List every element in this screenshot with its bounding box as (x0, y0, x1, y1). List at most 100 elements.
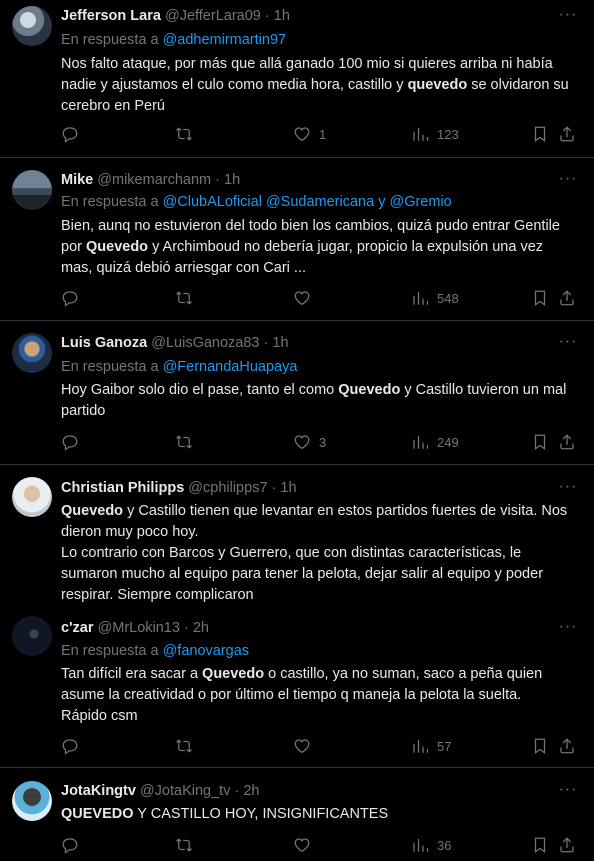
more-dots-icon[interactable]: ··· (558, 479, 578, 500)
reply-mention[interactable]: @fanovargas (163, 643, 249, 659)
timestamp[interactable]: 1h (224, 172, 240, 188)
timestamp[interactable]: 2h (243, 783, 259, 799)
avatar[interactable] (12, 477, 52, 517)
author-name[interactable]: Mike (61, 172, 93, 188)
bookmark-button[interactable] (531, 736, 549, 756)
tweet-text: Quevedo y Castillo tienen que levantar e… (61, 501, 571, 606)
avatar[interactable] (12, 781, 52, 821)
views-chart-icon (413, 128, 429, 141)
reply-icon (62, 435, 78, 451)
more-dots-icon[interactable]: ··· (558, 171, 578, 192)
more-dots-icon[interactable]: ··· (558, 782, 578, 803)
share-icon (560, 434, 574, 450)
share-button[interactable] (558, 432, 576, 452)
bookmark-button[interactable] (531, 835, 549, 855)
reply-prefix: En respuesta a (61, 32, 159, 48)
reply-button[interactable] (61, 124, 79, 144)
author-name[interactable]: Jefferson Lara (61, 8, 161, 24)
tweet[interactable]: Jefferson Lara @JefferLara09 · 1h ··· En… (0, 0, 594, 158)
timestamp[interactable]: 1h (274, 8, 290, 24)
reply-prefix: En respuesta a (61, 643, 159, 659)
tweet-text-part: Tan difícil era sacar a (61, 666, 203, 682)
views-button[interactable]: 36 (411, 835, 451, 855)
like-button[interactable]: 3 (293, 432, 326, 452)
bookmark-button[interactable] (531, 124, 549, 144)
reply-mention[interactable]: @ClubALoficial @Sudamericana y @Gremio (163, 194, 452, 210)
more-dots-icon[interactable]: ··· (558, 7, 578, 28)
tweet[interactable]: Christian Philipps @cphilipps7 · 1h ··· … (0, 466, 594, 606)
author-handle[interactable]: @mikemarchanm (97, 172, 211, 188)
avatar[interactable] (12, 333, 52, 373)
tweet-text-highlight: Quevedo (202, 666, 265, 682)
reply-mention[interactable]: @FernandaHuapaya (163, 359, 298, 375)
tweet[interactable]: c'zar @MrLokin13 · 2h ··· En respuesta a… (0, 606, 594, 768)
reply-button[interactable] (61, 288, 79, 308)
share-button[interactable] (558, 736, 576, 756)
tweet-text-part: Y CASTILLO HOY, INSIGNIFICANTES (133, 806, 389, 822)
tweet[interactable]: Mike @mikemarchanm · 1h ··· En respuesta… (0, 159, 594, 321)
tweet-text-highlight: Quevedo (338, 382, 401, 398)
views-chart-icon (413, 740, 429, 753)
retweet-button[interactable] (175, 124, 193, 144)
author-name[interactable]: Christian Philipps (61, 480, 184, 496)
heart-icon (294, 739, 310, 754)
tweet-text-part: Lo contrario con Barcos y Guerrero, que … (61, 545, 544, 603)
view-count: 249 (437, 434, 459, 450)
views-button[interactable]: 249 (411, 432, 459, 452)
bookmark-button[interactable] (531, 432, 549, 452)
more-dots-icon[interactable]: ··· (558, 334, 578, 355)
author-handle[interactable]: @MrLokin13 (98, 620, 180, 636)
avatar[interactable] (12, 616, 52, 656)
views-button[interactable]: 123 (411, 124, 459, 144)
like-button[interactable] (293, 288, 319, 308)
separator: · (264, 8, 270, 24)
retweet-button[interactable] (175, 288, 193, 308)
more-dots-icon[interactable]: ··· (558, 619, 578, 640)
avatar[interactable] (12, 6, 52, 46)
like-count: 1 (319, 126, 327, 142)
tweet-actions: 3 249 (61, 432, 581, 452)
like-button[interactable]: 1 (293, 124, 326, 144)
views-button[interactable]: 57 (411, 736, 451, 756)
author-handle[interactable]: @JotaKing_tv (140, 783, 231, 799)
bookmark-button[interactable] (531, 288, 549, 308)
avatar[interactable] (12, 170, 52, 210)
retweet-button[interactable] (175, 736, 193, 756)
views-button[interactable]: 548 (411, 288, 459, 308)
share-button[interactable] (558, 288, 576, 308)
tweet-text-part: Hoy Gaibor solo dio el pase, tanto el co… (61, 382, 339, 398)
reply-icon (62, 127, 78, 143)
reply-icon (62, 739, 78, 755)
retweet-icon (176, 435, 192, 449)
reply-button[interactable] (61, 736, 79, 756)
timestamp[interactable]: 2h (193, 620, 209, 636)
bookmark-icon (534, 290, 546, 307)
like-button[interactable] (293, 835, 319, 855)
tweet[interactable]: JotaKingtv @JotaKing_tv · 2h ··· QUEVEDO… (0, 769, 594, 861)
view-count: 548 (437, 290, 459, 306)
author-name[interactable]: JotaKingtv (61, 783, 136, 799)
reply-button[interactable] (61, 835, 79, 855)
tweet-actions: 36 (61, 835, 581, 855)
tweet[interactable]: Luis Ganoza @LuisGanoza83 · 1h ··· En re… (0, 322, 594, 465)
reply-button[interactable] (61, 432, 79, 452)
timestamp[interactable]: 1h (280, 480, 296, 496)
retweet-button[interactable] (175, 835, 193, 855)
author-handle[interactable]: @cphilipps7 (188, 480, 267, 496)
author-handle[interactable]: @JefferLara09 (165, 8, 261, 24)
share-button[interactable] (558, 124, 576, 144)
share-button[interactable] (558, 835, 576, 855)
author-handle[interactable]: @LuisGanoza83 (151, 335, 259, 351)
heart-icon (294, 838, 310, 853)
retweet-button[interactable] (175, 432, 193, 452)
author-name[interactable]: c'zar (61, 620, 93, 636)
author-name[interactable]: Luis Ganoza (61, 335, 147, 351)
share-icon (560, 837, 574, 853)
reply-mention[interactable]: @adhemirmartin97 (163, 32, 287, 48)
like-button[interactable] (293, 736, 319, 756)
separator: · (215, 172, 220, 188)
tweet-text-highlight: QUEVEDO (61, 806, 134, 822)
timestamp[interactable]: 1h (272, 335, 288, 351)
tweet-text: Nos falto ataque, por más que allá ganad… (61, 54, 571, 117)
tweet-actions: 1 123 (61, 124, 581, 144)
